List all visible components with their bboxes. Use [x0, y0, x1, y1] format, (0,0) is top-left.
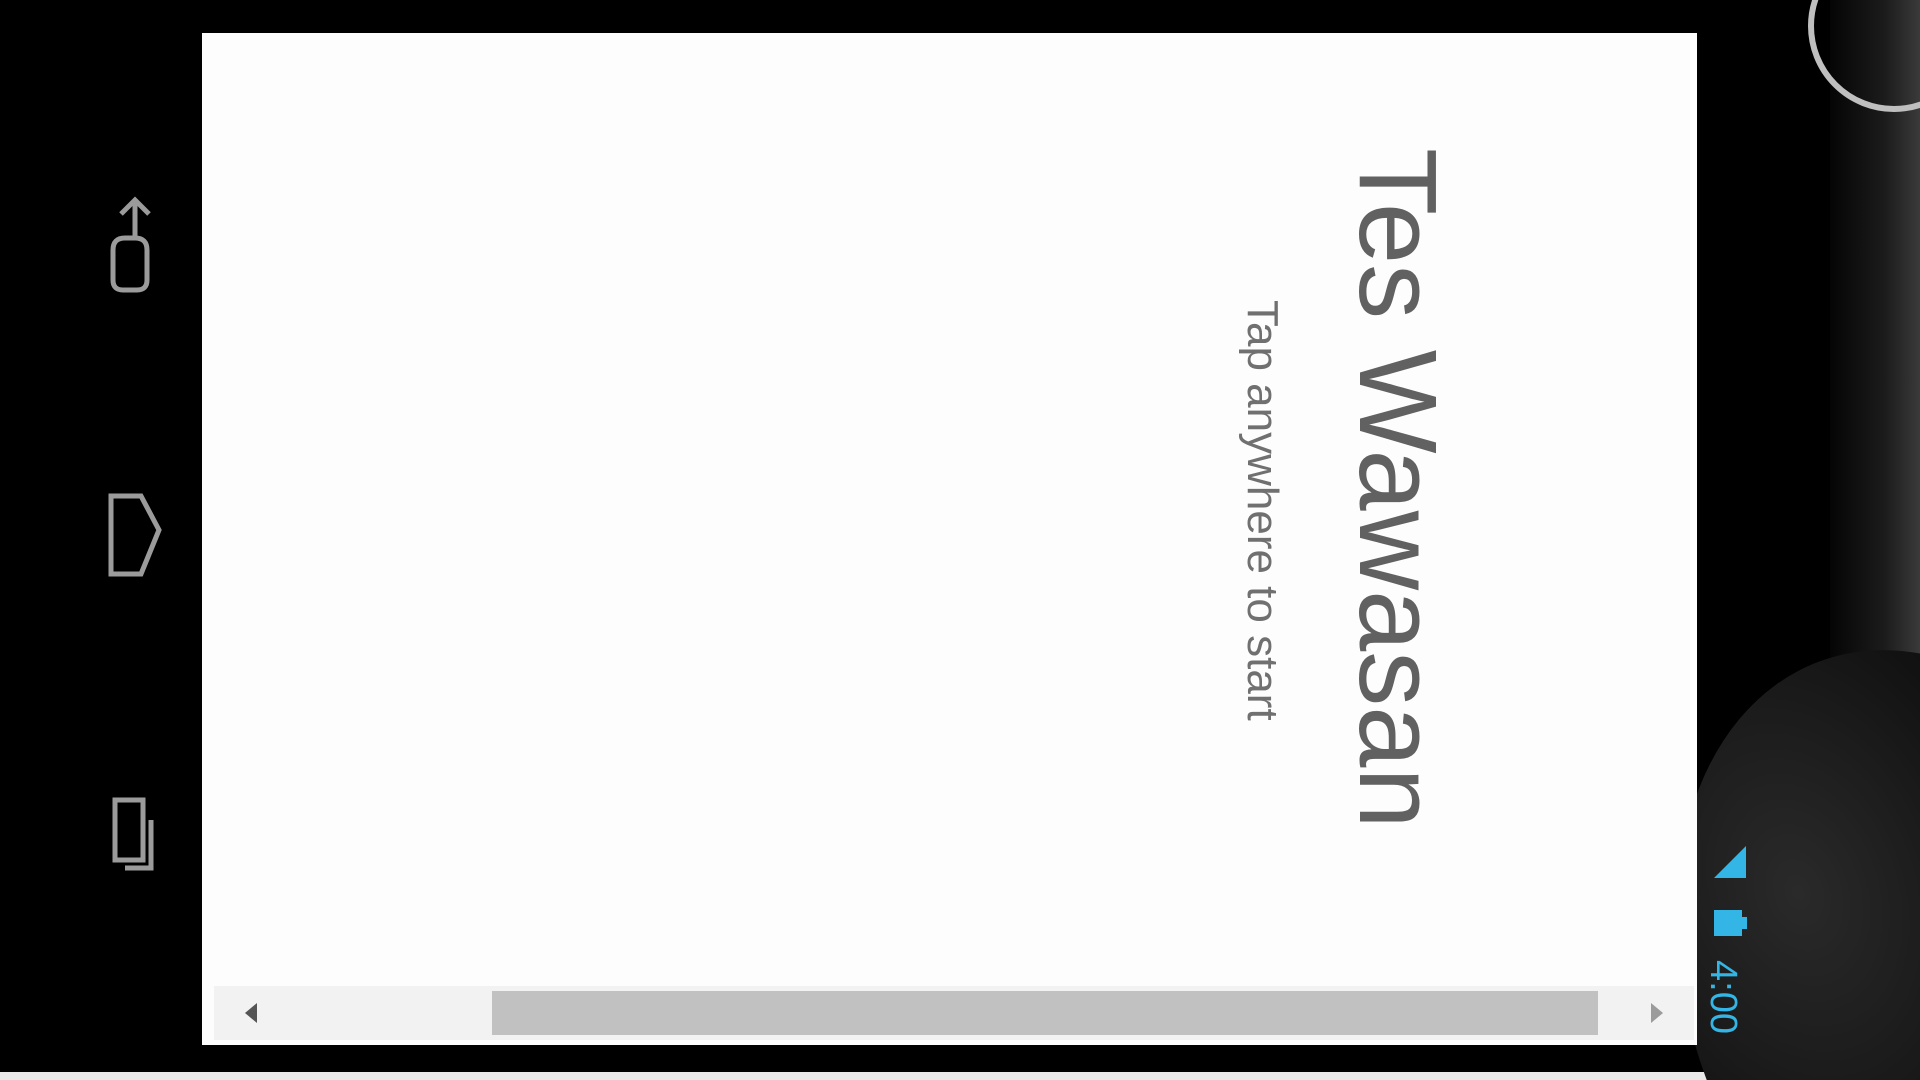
arrow-left-icon [245, 1003, 257, 1023]
navigation-bar [0, 0, 200, 1080]
recents-button[interactable] [90, 790, 170, 900]
status-clock: 4:00 [1702, 960, 1744, 1034]
start-hint: Tap anywhere to start [1238, 300, 1287, 721]
arrow-right-icon [1651, 1003, 1663, 1023]
back-icon [110, 196, 151, 293]
horizontal-scrollbar[interactable] [214, 986, 1694, 1040]
status-bar: 4:00 [1700, 820, 1770, 1050]
back-button[interactable] [90, 190, 170, 300]
scroll-left-button[interactable] [234, 996, 268, 1030]
splash-content[interactable]: Tes Wawasan Tap anywhere to start [1192, 148, 1459, 908]
scroll-thumb[interactable] [492, 991, 1598, 1035]
bezel-edge [1830, 0, 1920, 1080]
home-button[interactable] [90, 488, 170, 598]
device-corner [1808, 0, 1920, 112]
phone-device: Tes Wawasan Tap anywhere to start 4:00 [0, 0, 1920, 1080]
battery-icon [1710, 902, 1750, 947]
scroll-right-button[interactable] [1640, 996, 1674, 1030]
bottom-edge [0, 1072, 1920, 1080]
recents-icon [112, 797, 154, 871]
app-title: Tes Wawasan [1336, 148, 1459, 829]
home-icon [108, 493, 162, 577]
app-screen[interactable]: Tes Wawasan Tap anywhere to start [202, 33, 1697, 1045]
signal-icon [1710, 842, 1750, 887]
